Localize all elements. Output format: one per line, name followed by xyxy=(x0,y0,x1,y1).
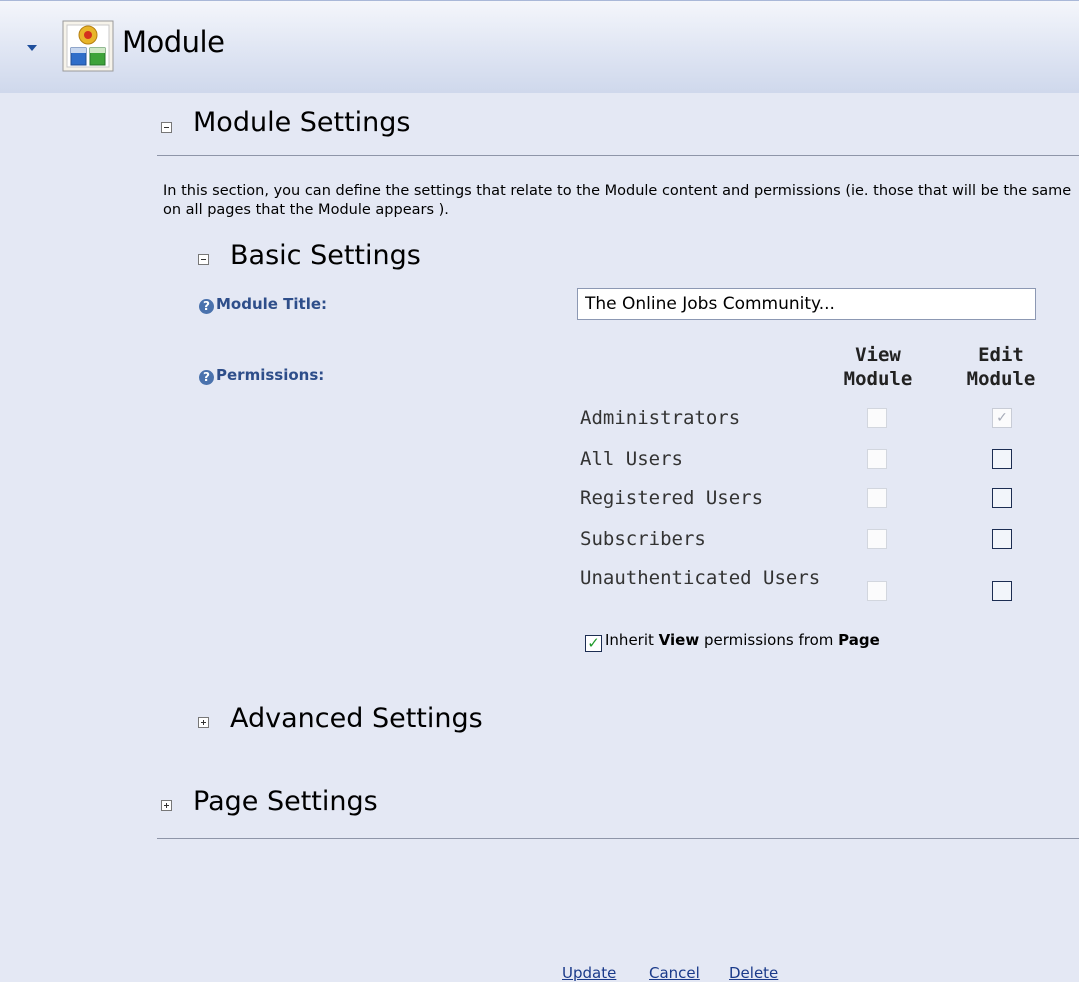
page-settings-title[interactable]: Page Settings xyxy=(193,786,378,817)
basic-settings-title[interactable]: Basic Settings xyxy=(230,240,421,271)
edit-checkbox-registered-users[interactable] xyxy=(992,488,1012,508)
role-subscribers: Subscribers xyxy=(580,528,706,550)
inherit-checkbox[interactable]: ✓ xyxy=(585,635,602,652)
edit-checkbox-subscribers[interactable] xyxy=(992,529,1012,549)
cancel-link[interactable]: Cancel xyxy=(649,965,700,982)
view-checkbox-subscribers xyxy=(867,529,887,549)
role-administrators: Administrators xyxy=(580,407,741,429)
header-title: Module xyxy=(122,25,225,59)
edit-module-column-header: Edit Module xyxy=(966,344,1036,390)
module-header: Module xyxy=(0,0,1079,93)
module-icon xyxy=(62,20,114,72)
page-settings-expand-icon[interactable] xyxy=(161,800,172,811)
inherit-middle: permissions from xyxy=(699,631,839,649)
edit-checkbox-administrators: ✓ xyxy=(992,408,1012,428)
inherit-view: View xyxy=(658,631,700,649)
permissions-label: ? Permissions: xyxy=(199,366,324,385)
delete-link[interactable]: Delete xyxy=(729,965,778,982)
module-title-label: ? Module Title: xyxy=(199,295,327,314)
advanced-settings-expand-icon[interactable] xyxy=(198,717,209,728)
view-checkbox-administrators xyxy=(867,408,887,428)
module-settings-title[interactable]: Module Settings xyxy=(193,107,411,138)
help-icon[interactable]: ? xyxy=(199,370,214,385)
advanced-settings-title[interactable]: Advanced Settings xyxy=(230,703,483,734)
module-settings-collapse-icon[interactable] xyxy=(161,122,172,133)
collapse-arrow-icon[interactable] xyxy=(27,45,37,51)
divider xyxy=(157,838,1079,839)
view-checkbox-registered-users xyxy=(867,488,887,508)
role-unauthenticated-users: Unauthenticated Users xyxy=(580,567,821,589)
inherit-prefix: Inherit xyxy=(605,631,659,649)
edit-checkbox-all-users[interactable] xyxy=(992,449,1012,469)
module-title-input[interactable] xyxy=(577,288,1036,320)
edit-checkbox-unauthenticated-users[interactable] xyxy=(992,581,1012,601)
basic-settings-collapse-icon[interactable] xyxy=(198,254,209,265)
view-checkbox-unauthenticated-users xyxy=(867,581,887,601)
inherit-permissions[interactable]: ✓ Inherit View permissions from Page xyxy=(585,631,880,652)
update-link[interactable]: Update xyxy=(562,965,616,982)
inherit-page: Page xyxy=(838,631,880,649)
divider xyxy=(157,155,1079,156)
view-module-column-header: View Module xyxy=(843,344,913,390)
module-settings-intro: In this section, you can define the sett… xyxy=(163,183,1072,218)
help-icon[interactable]: ? xyxy=(199,299,214,314)
role-all-users: All Users xyxy=(580,448,683,470)
view-checkbox-all-users xyxy=(867,449,887,469)
role-registered-users: Registered Users xyxy=(580,487,764,509)
